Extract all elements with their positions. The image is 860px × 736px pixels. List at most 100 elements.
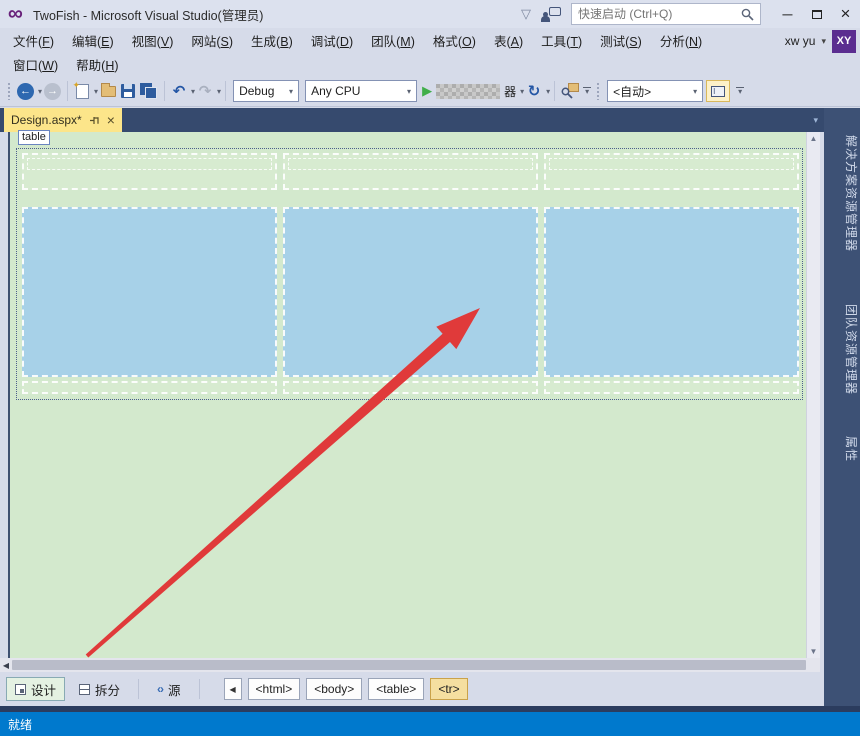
tag-path-scroll-left-button[interactable]: ◀ [224,678,242,700]
menu-table[interactable]: 表(A) [485,28,532,53]
avatar[interactable]: XY [832,30,856,53]
browse-with-button[interactable] [559,79,581,103]
navigate-forward-button[interactable]: → [42,79,63,103]
menu-tools[interactable]: 工具(T) [532,28,591,53]
table-cell-r2c3[interactable] [544,207,799,377]
undo-icon: ↶ [173,82,186,100]
toolbar-overflow-button[interactable]: ▾ [734,87,746,96]
menu-format[interactable]: 格式(O) [424,28,485,53]
browse-with-icon [561,83,579,99]
tag-path-table[interactable]: <table> [368,678,424,700]
new-file-button[interactable]: ✦ [72,79,92,103]
feedback-icon[interactable] [541,7,561,22]
toolbar-grip[interactable] [7,82,12,100]
new-file-icon: ✦ [76,84,89,99]
user-dropdown-icon[interactable]: ▾ [821,36,826,47]
table-cell-r2c1[interactable] [22,207,277,377]
solution-platform-combo[interactable]: Any CPU▾ [305,80,417,102]
save-icon [121,84,135,98]
start-debug-button[interactable]: ▶ 器 [420,79,518,103]
menu-help[interactable]: 帮助(H) [67,52,127,77]
scroll-up-icon[interactable]: ▲ [810,134,818,143]
menu-analyze[interactable]: 分析(N) [651,28,711,53]
source-view-button[interactable]: ‹›源 [149,677,189,701]
tag-path-html[interactable]: <html> [248,678,301,700]
refresh-button[interactable]: ↻ [524,79,544,103]
menu-file[interactable]: 文件(F) [4,28,63,53]
menu-test[interactable]: 测试(S) [591,28,651,53]
target-rule-combo[interactable]: <自动>▾ [607,80,703,102]
solution-configuration-combo[interactable]: Debug▾ [233,80,299,102]
account-area: xw yu ▾ XY [785,29,856,53]
toolbar-overflow-button[interactable]: ▾ [581,87,593,96]
sidebar-item-team-explorer[interactable]: 团队资源管理器 [824,280,860,420]
close-button[interactable]: × [831,0,860,28]
title-bar: ∞ TwoFish - Microsoft Visual Studio(管理员)… [0,0,860,28]
menu-website[interactable]: 网站(S) [182,28,242,53]
user-name[interactable]: xw yu [785,34,816,48]
refresh-dropdown-icon[interactable]: ▾ [546,87,550,96]
open-file-button[interactable] [98,79,118,103]
source-view-icon: ‹› [157,682,163,696]
menu-bar-row2: 窗口(W) 帮助(H) [0,53,860,76]
redo-dropdown-icon[interactable]: ▾ [217,87,221,96]
scroll-left-icon[interactable]: ◀ [0,661,12,670]
horizontal-scrollbar[interactable]: ◀ [0,658,820,672]
outline-toggle-button[interactable]: I [706,80,730,102]
split-view-button[interactable]: 拆分 [71,677,128,701]
table-cell-r2c2[interactable] [283,207,538,377]
redo-button[interactable]: ↷ [195,79,215,103]
maximize-icon [812,10,822,19]
filter-icon[interactable]: ▽ [521,6,531,22]
document-tab-strip: Design.aspx* × ▾ [0,108,824,132]
tab-list-dropdown-icon[interactable]: ▾ [813,115,818,126]
table-cell-r3c2[interactable] [283,381,538,394]
menu-team[interactable]: 团队(M) [362,28,424,53]
forward-icon: → [44,83,61,100]
search-input[interactable] [578,7,741,21]
save-all-button[interactable] [138,79,160,103]
view-switch-bar: 设计 拆分 ‹›源 ◀ <html> <body> <table> <tr> [0,672,824,706]
design-view-icon [15,684,26,695]
quick-launch-search[interactable] [571,3,761,25]
open-folder-icon [101,86,116,97]
undo-button[interactable]: ↶ [169,79,189,103]
design-view-button[interactable]: 设计 [6,677,65,701]
menu-window[interactable]: 窗口(W) [4,52,67,77]
refresh-icon: ↻ [528,82,541,100]
minimize-button[interactable]: ─ [773,0,802,28]
table-cell-r1c2[interactable] [283,153,538,190]
split-view-icon [79,684,90,695]
menu-build[interactable]: 生成(B) [242,28,302,53]
sidebar-item-properties[interactable]: 属性 [824,426,860,472]
menu-edit[interactable]: 编辑(E) [63,28,123,53]
table-cell-r3c1[interactable] [22,381,277,394]
sidebar-item-solution-explorer[interactable]: 解决方案资源管理器 [824,114,860,274]
table-cell-r1c1[interactable] [22,153,277,190]
tag-path-tr[interactable]: <tr> [430,678,467,700]
tool-window-sidebar: 解决方案资源管理器 团队资源管理器 属性 [824,108,860,706]
tab-design-aspx[interactable]: Design.aspx* × [4,108,122,132]
standard-toolbar: ← ▾ → ✦ ▾ ↶ ▾ ↷ ▾ Debug▾ Any CPU▾ ▶ 器 ▾ … [0,76,860,107]
design-canvas[interactable]: table [8,132,806,658]
maximize-button[interactable] [802,0,831,28]
redo-icon: ↷ [199,82,212,100]
table-cell-r1c3[interactable] [544,153,799,190]
table-cell-r3c3[interactable] [544,381,799,394]
save-button[interactable] [118,79,138,103]
toolbar-grip[interactable] [596,82,601,100]
scroll-down-icon[interactable]: ▼ [810,647,818,656]
outline-toggle-icon: I [711,86,725,97]
back-icon: ← [17,83,34,100]
tag-path-body[interactable]: <body> [306,678,362,700]
selected-tag-label[interactable]: table [18,130,50,145]
vertical-scrollbar[interactable]: ▲ ▼ [806,132,820,658]
tab-close-icon[interactable]: × [107,114,115,126]
horizontal-scroll-thumb[interactable] [12,660,806,670]
pin-icon[interactable] [89,115,100,126]
menu-view[interactable]: 视图(V) [123,28,183,53]
status-bar: 就绪 [0,712,860,736]
navigate-back-button[interactable]: ← [15,79,36,103]
save-all-icon [140,83,158,99]
menu-debug[interactable]: 调试(D) [302,28,362,53]
